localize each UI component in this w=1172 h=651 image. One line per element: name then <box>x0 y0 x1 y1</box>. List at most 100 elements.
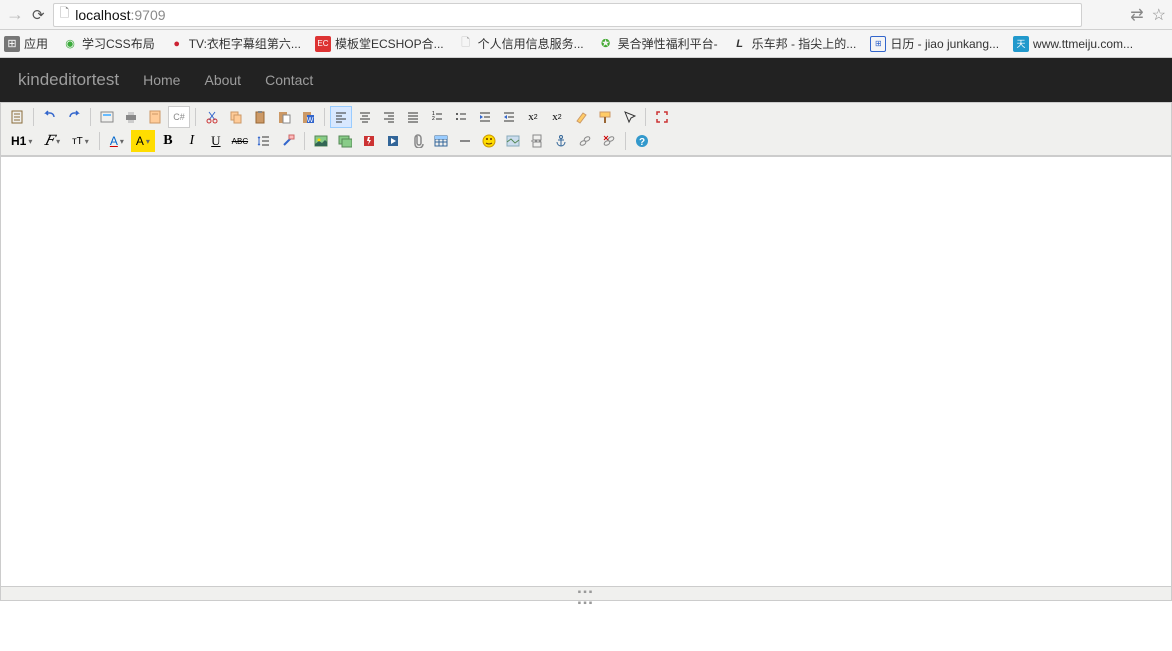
chevron-down-icon: ▾ <box>85 137 89 146</box>
multiimage-button[interactable] <box>334 130 356 152</box>
star-icon[interactable]: ☆ <box>1152 5 1166 25</box>
favicon-icon: 天 <box>1013 36 1029 52</box>
favicon-icon: EC <box>315 36 331 52</box>
justifyright-button[interactable] <box>378 106 400 128</box>
bookmark-ecshop[interactable]: EC模板堂ECSHOP合... <box>315 35 444 52</box>
separator <box>33 108 34 126</box>
pagebreak-button[interactable] <box>526 130 548 152</box>
separator <box>99 132 100 150</box>
orderedlist-button[interactable]: 12 <box>426 106 448 128</box>
separator <box>645 108 646 126</box>
subscript-button[interactable]: x2 <box>522 106 544 128</box>
nav-home[interactable]: Home <box>143 72 180 88</box>
fontname-button[interactable]: 𝐹▾ <box>39 130 65 152</box>
separator <box>625 132 626 150</box>
nav-contact[interactable]: Contact <box>265 72 313 88</box>
bold-button[interactable]: B <box>157 130 179 152</box>
code-button[interactable]: C# <box>168 106 190 128</box>
unorderedlist-button[interactable] <box>450 106 472 128</box>
bookmark-label: 乐车邦 - 指尖上的... <box>752 35 857 52</box>
kindeditor-container: C# W 12 x2 x2 H1▾ 𝐹▾ <box>0 102 1172 601</box>
unlink-button[interactable] <box>598 130 620 152</box>
baidumap-button[interactable] <box>502 130 524 152</box>
address-bar[interactable]: 🗋 localhost:9709 <box>53 3 1083 27</box>
bookmark-calendar[interactable]: ⊞日历 - jiao junkang... <box>870 35 999 52</box>
favicon-icon: ◉ <box>62 36 78 52</box>
bookmark-css[interactable]: ◉学习CSS布局 <box>62 35 155 52</box>
editor-content-area[interactable] <box>1 156 1171 586</box>
justifyfull-button[interactable] <box>402 106 424 128</box>
media-button[interactable] <box>382 130 404 152</box>
emoticons-button[interactable] <box>478 130 500 152</box>
bookmark-tv[interactable]: ●TV:衣柜字幕组第六... <box>169 35 301 52</box>
forecolor-label: A <box>110 134 118 148</box>
source-button[interactable] <box>6 106 28 128</box>
forward-arrow-icon: → <box>6 4 24 25</box>
formatblock-button[interactable]: H1▾ <box>6 130 37 152</box>
image-button[interactable] <box>310 130 332 152</box>
separator <box>90 108 91 126</box>
undo-button[interactable] <box>39 106 61 128</box>
bookmark-credit[interactable]: 🗋个人信用信息服务... <box>458 35 584 52</box>
url-port: :9709 <box>131 7 166 23</box>
quickformat-button[interactable] <box>594 106 616 128</box>
bookmark-label: www.ttmeiju.com... <box>1033 37 1133 51</box>
reload-button[interactable]: ⟳ <box>32 6 45 24</box>
cut-button[interactable] <box>201 106 223 128</box>
bookmark-label: TV:衣柜字幕组第六... <box>189 35 301 52</box>
bookmark-leche[interactable]: L乐车邦 - 指尖上的... <box>732 35 857 52</box>
underline-button[interactable]: U <box>205 130 227 152</box>
outdent-button[interactable] <box>498 106 520 128</box>
lineheight-button[interactable] <box>253 130 275 152</box>
bookmark-apps[interactable]: ⊞应用 <box>4 35 48 52</box>
bookmark-ttmeiju[interactable]: 天 www.ttmeiju.com... <box>1013 36 1133 52</box>
table-button[interactable] <box>430 130 452 152</box>
fontsize-button[interactable]: ᴛT▾ <box>67 130 94 152</box>
plainpaste-button[interactable] <box>273 106 295 128</box>
favicon-icon: ✪ <box>598 36 614 52</box>
editor-toolbar: C# W 12 x2 x2 H1▾ 𝐹▾ <box>1 103 1171 156</box>
resize-handle[interactable]: ▪▪▪▪▪▪ <box>566 587 606 609</box>
strikethrough-button[interactable]: ABC <box>229 130 251 152</box>
svg-text:2: 2 <box>432 116 435 122</box>
fullscreen-button[interactable] <box>651 106 673 128</box>
hilite-label: A <box>136 134 144 148</box>
brand[interactable]: kindeditortest <box>18 70 119 90</box>
indent-button[interactable] <box>474 106 496 128</box>
print-button[interactable] <box>120 106 142 128</box>
italic-button[interactable]: I <box>181 130 203 152</box>
translate-icon[interactable]: ⇄ <box>1130 5 1143 25</box>
chevron-down-icon: ▾ <box>146 137 150 146</box>
superscript-button[interactable]: x2 <box>546 106 568 128</box>
apps-icon: ⊞ <box>4 36 20 52</box>
template-button[interactable] <box>144 106 166 128</box>
about-button[interactable]: ? <box>631 130 653 152</box>
preview-button[interactable] <box>96 106 118 128</box>
hilitecolor-button[interactable]: A▾ <box>131 130 155 152</box>
justifycenter-button[interactable] <box>354 106 376 128</box>
nav-about[interactable]: About <box>204 72 241 88</box>
flash-button[interactable] <box>358 130 380 152</box>
bookmark-label: 日历 - jiao junkang... <box>890 35 999 52</box>
selectall-button[interactable] <box>618 106 640 128</box>
separator <box>195 108 196 126</box>
bookmark-haohe[interactable]: ✪昊合弹性福利平台- <box>598 35 718 52</box>
page-icon: 🗋 <box>60 4 70 25</box>
bookmarks-bar: ⊞应用 ◉学习CSS布局 ●TV:衣柜字幕组第六... EC模板堂ECSHOP合… <box>0 30 1172 58</box>
anchor-button[interactable] <box>550 130 572 152</box>
favicon-icon: L <box>732 36 748 52</box>
insertfile-button[interactable] <box>406 130 428 152</box>
paste-button[interactable] <box>249 106 271 128</box>
wordpaste-button[interactable]: W <box>297 106 319 128</box>
redo-button[interactable] <box>63 106 85 128</box>
hr-button[interactable] <box>454 130 476 152</box>
chevron-down-icon: ▾ <box>120 137 124 146</box>
clearhtml-button[interactable] <box>570 106 592 128</box>
copy-button[interactable] <box>225 106 247 128</box>
justifyleft-button[interactable] <box>330 106 352 128</box>
removeformat-button[interactable] <box>277 130 299 152</box>
link-button[interactable] <box>574 130 596 152</box>
separator <box>324 108 325 126</box>
forecolor-button[interactable]: A▾ <box>105 130 129 152</box>
url-host: localhost <box>75 7 130 23</box>
